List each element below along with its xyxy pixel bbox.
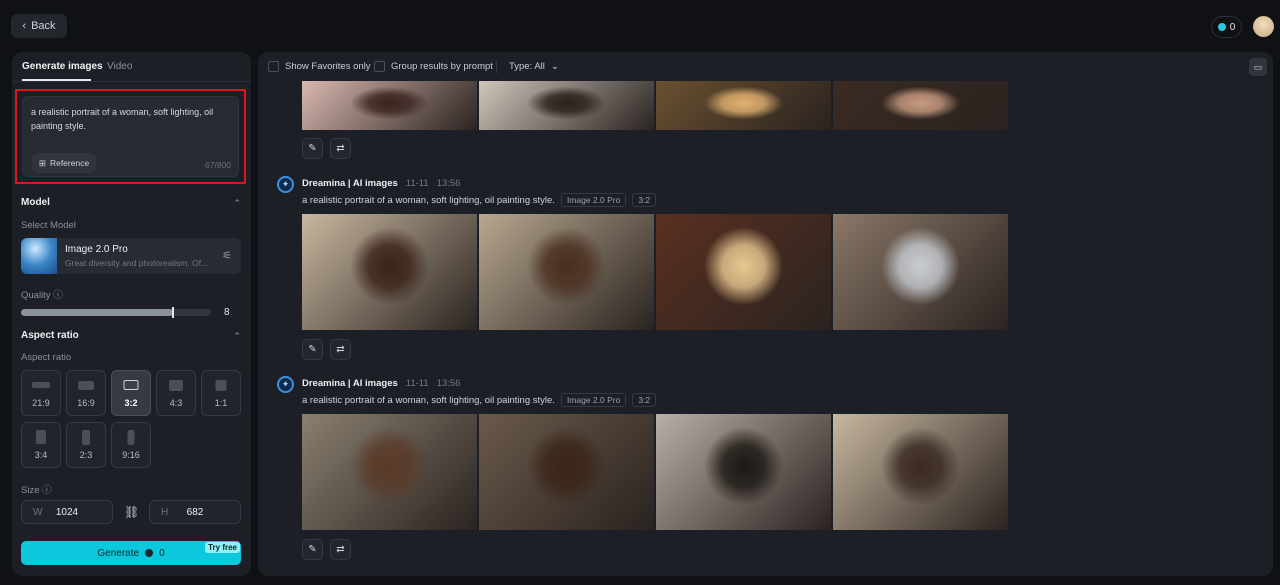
model-tag: Image 2.0 Pro (560, 193, 627, 207)
credit-icon (145, 549, 154, 557)
size-label: Size ⓘ (21, 485, 52, 496)
ratio-tag: 3:2 (632, 193, 657, 207)
height-input[interactable]: H 682 (149, 500, 241, 524)
aspect-shape-icon (215, 379, 227, 391)
edit-button[interactable]: ✎ (302, 539, 323, 560)
select-model-label: Select Model (21, 220, 76, 231)
aspect-shape-icon (78, 380, 94, 390)
chevron-down-icon: ⌄ (550, 61, 559, 72)
collapse-model-icon[interactable]: ⌃ (233, 198, 241, 209)
result-image[interactable] (479, 414, 654, 530)
quality-slider[interactable] (21, 307, 211, 318)
aspect-label: 3:2 (124, 398, 138, 408)
model-section-title: Model (21, 197, 50, 208)
regenerate-button[interactable]: ⇄ (330, 339, 351, 360)
edit-button[interactable]: ✎ (302, 339, 323, 360)
result-image[interactable] (656, 414, 831, 530)
regenerate-button[interactable]: ⇄ (330, 138, 351, 159)
aspect-shape-icon (82, 429, 90, 445)
aspect-label: 4:3 (169, 398, 183, 408)
dreamina-logo-icon: ✦ (277, 376, 294, 393)
results-panel: Show Favorites only Group results by pro… (258, 52, 1273, 576)
reference-button[interactable]: ⊞ Reference (32, 153, 96, 173)
folder-icon[interactable]: ▭ (1249, 58, 1267, 76)
group-prompt: a realistic portrait of a woman, soft li… (302, 393, 657, 407)
tab-bar: Generate images Video (12, 52, 251, 82)
credit-icon (1217, 23, 1226, 31)
aspect-option-21-9[interactable]: 21:9 (21, 370, 61, 416)
aspect-label: 9:16 (122, 450, 140, 460)
result-image[interactable] (656, 214, 831, 330)
result-image[interactable] (302, 81, 477, 130)
collapse-aspect-icon[interactable]: ⌃ (233, 331, 241, 342)
prompt-input[interactable]: a realistic portrait of a woman, soft li… (22, 96, 239, 177)
aspect-label: 16:9 (77, 398, 95, 408)
type-dropdown[interactable]: Type: All ⌄ (509, 61, 559, 72)
tab-generate-images[interactable]: Generate images (22, 61, 103, 72)
ratio-tag: 3:2 (632, 393, 657, 407)
aspect-shape-icon (127, 429, 135, 445)
image-add-icon: ⊞ (38, 157, 46, 168)
group-header: Dreamina | AI images 11-11 13:56 (302, 378, 461, 389)
result-image[interactable] (302, 414, 477, 530)
dreamina-logo-icon: ✦ (277, 176, 294, 193)
aspect-option-3-4[interactable]: 3:4 (21, 422, 61, 468)
result-image[interactable] (833, 414, 1008, 530)
aspect-shape-icon (123, 380, 139, 390)
model-thumbnail (21, 238, 57, 274)
char-count: 67/800 (205, 160, 231, 170)
info-icon[interactable]: ⓘ (42, 485, 52, 496)
model-selector[interactable]: Image 2.0 Pro Great diversity and photor… (21, 238, 241, 274)
quality-slider-thumb[interactable] (172, 307, 174, 318)
result-image[interactable] (479, 214, 654, 330)
credits-badge[interactable]: 0 (1211, 16, 1242, 38)
group-by-prompt-filter[interactable]: Group results by prompt (374, 61, 493, 72)
quality-slider-fill (21, 309, 173, 316)
aspect-ratio-label: Aspect ratio (21, 352, 72, 363)
result-image[interactable] (302, 214, 477, 330)
aspect-option-3-2[interactable]: 3:2 (111, 370, 151, 416)
aspect-shape-icon (36, 430, 46, 444)
checkbox[interactable] (374, 61, 385, 72)
aspect-shape-icon (169, 379, 183, 391)
chevron-left-icon: ‹ (22, 20, 27, 32)
aspect-option-4-3[interactable]: 4:3 (156, 370, 196, 416)
prompt-highlight: a realistic portrait of a woman, soft li… (15, 89, 246, 184)
back-button[interactable]: ‹ Back (11, 14, 67, 38)
result-image[interactable] (479, 81, 654, 130)
aspect-option-2-3[interactable]: 2:3 (66, 422, 106, 468)
aspect-option-1-1[interactable]: 1:1 (201, 370, 241, 416)
avatar[interactable] (1253, 16, 1274, 37)
result-image[interactable] (656, 81, 831, 130)
result-image[interactable] (833, 214, 1008, 330)
info-icon[interactable]: ⓘ (53, 290, 63, 301)
checkbox[interactable] (268, 61, 279, 72)
link-icon[interactable]: ⛓ (124, 505, 139, 519)
quality-label: Quality ⓘ (21, 290, 63, 301)
aspect-shape-icon (32, 382, 50, 388)
model-tag: Image 2.0 Pro (560, 393, 627, 407)
aspect-label: 3:4 (34, 450, 48, 460)
divider (496, 61, 497, 73)
edit-button[interactable]: ✎ (302, 138, 323, 159)
regenerate-button[interactable]: ⇄ (330, 539, 351, 560)
generate-button[interactable]: Generate 0 Try free (21, 541, 241, 565)
favorites-filter[interactable]: Show Favorites only (268, 61, 371, 72)
settings-sliders-icon[interactable]: ⚟ (222, 249, 232, 262)
aspect-option-9-16[interactable]: 9:16 (111, 422, 151, 468)
aspect-label: 1:1 (214, 398, 228, 408)
try-free-badge: Try free (205, 542, 240, 553)
width-input[interactable]: W 1024 (21, 500, 113, 524)
result-image[interactable] (833, 81, 1008, 130)
quality-value: 8 (224, 307, 230, 318)
group-prompt: a realistic portrait of a woman, soft li… (302, 193, 657, 207)
aspect-section-title: Aspect ratio (21, 330, 79, 341)
aspect-label: 21:9 (32, 398, 50, 408)
group-header: Dreamina | AI images 11-11 13:56 (302, 178, 461, 189)
active-tab-indicator (22, 79, 91, 81)
results-feed[interactable]: ✎ ⇄ ✦ Dreamina | AI images 11-11 13:56 a … (258, 81, 1273, 576)
aspect-option-16-9[interactable]: 16:9 (66, 370, 106, 416)
aspect-label: 2:3 (79, 450, 93, 460)
tab-video[interactable]: Video (107, 61, 132, 72)
